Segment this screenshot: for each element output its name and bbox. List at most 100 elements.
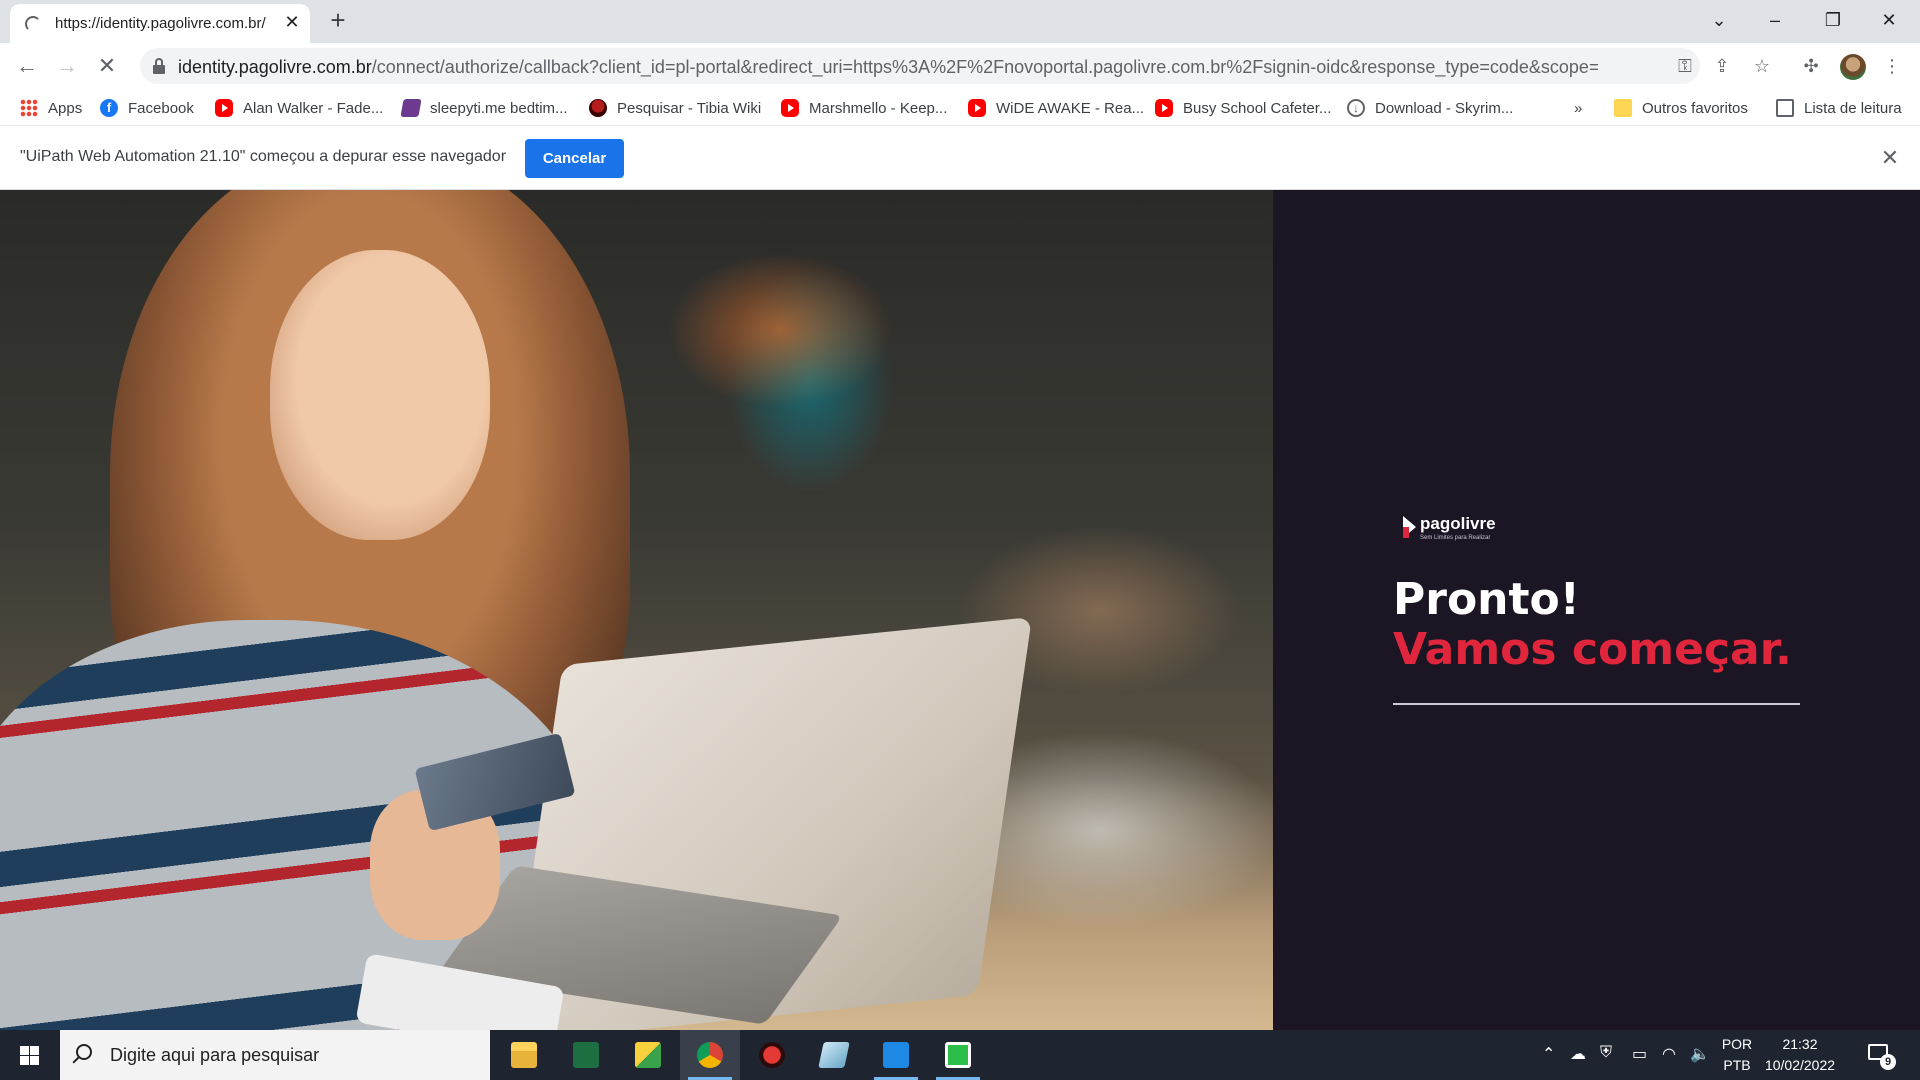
lock-icon[interactable]: [152, 58, 166, 74]
reading-list-button[interactable]: Lista de leitura: [1776, 97, 1902, 119]
red-app-icon: [759, 1042, 785, 1068]
tab-close-icon[interactable]: ✕: [282, 12, 302, 32]
bookmark-facebook[interactable]: f Facebook: [100, 97, 194, 119]
welcome-panel: pagolivre Sem Limites para Realizar Pron…: [1273, 190, 1920, 1030]
url-path: /connect/authorize/callback?client_id=pl…: [371, 57, 1598, 77]
url-text[interactable]: identity.pagolivre.com.br/connect/author…: [178, 57, 1598, 78]
youtube-icon: [215, 99, 233, 117]
menu-kebab-icon[interactable]: ⋮: [1880, 54, 1904, 78]
close-window-button[interactable]: ✕: [1866, 5, 1912, 35]
red-app[interactable]: [742, 1030, 802, 1080]
sleepytime-icon: [400, 99, 422, 117]
facebook-icon: f: [100, 99, 118, 117]
brand-name: pagolivre: [1420, 514, 1496, 533]
notification-center-button[interactable]: 9: [1866, 1040, 1896, 1070]
notification-count-badge: 9: [1880, 1054, 1896, 1070]
bookmark-apps[interactable]: Apps: [20, 97, 82, 119]
notepad-icon: [818, 1042, 850, 1068]
welcome-headline: Pronto! Vamos começar.: [1393, 575, 1792, 675]
bookmark-star-icon[interactable]: ☆: [1750, 54, 1774, 78]
bookmark-label: Outros favoritos: [1642, 99, 1748, 117]
youtube-icon: [1155, 99, 1173, 117]
battery-icon[interactable]: ▭: [1632, 1044, 1647, 1064]
page-content: pagolivre Sem Limites para Realizar Pron…: [0, 190, 1920, 1030]
extensions-puzzle-icon[interactable]: ✣: [1799, 54, 1823, 78]
address-bar[interactable]: identity.pagolivre.com.br/connect/author…: [140, 48, 1700, 84]
key-icon[interactable]: ⚿: [1674, 55, 1696, 77]
bookmark-alan-walker[interactable]: Alan Walker - Fade...: [215, 97, 383, 119]
file-explorer-icon: [511, 1042, 537, 1068]
excel-icon: [573, 1042, 599, 1068]
search-icon: [76, 1044, 92, 1060]
excel-app[interactable]: [556, 1030, 616, 1080]
hero-photo: [0, 190, 1273, 1030]
sticky-app[interactable]: [618, 1030, 678, 1080]
forward-button[interactable]: →: [52, 51, 82, 81]
apps-grid-icon: [20, 99, 38, 117]
infobar-close-icon[interactable]: ✕: [1878, 146, 1902, 170]
language-code: POR: [1721, 1036, 1753, 1052]
active-tab[interactable]: https://identity.pagolivre.com.br/ ✕: [10, 4, 310, 43]
other-favorites-folder[interactable]: Outros favoritos: [1614, 97, 1748, 119]
profile-avatar[interactable]: [1840, 54, 1866, 80]
bookmark-skyrim-download[interactable]: ↓ Download - Skyrim...: [1347, 97, 1513, 119]
headline-line-1: Pronto!: [1393, 574, 1580, 625]
browser-toolbar: ← → ✕ identity.pagolivre.com.br/connect/…: [0, 43, 1920, 90]
volume-icon[interactable]: 🔈: [1690, 1044, 1710, 1064]
bookmarks-overflow-button[interactable]: »: [1574, 97, 1582, 119]
bookmark-label: Download - Skyrim...: [1375, 99, 1514, 117]
notepad-app[interactable]: [804, 1030, 864, 1080]
input-language[interactable]: POR PTB: [1714, 1034, 1760, 1076]
bookmark-label: WiDE AWAKE - Rea...: [996, 99, 1145, 117]
tab-search-chevron-icon[interactable]: ⌄: [1696, 5, 1742, 35]
back-button[interactable]: ←: [12, 51, 42, 81]
youtube-icon: [781, 99, 799, 117]
bookmark-tibia-wiki[interactable]: Pesquisar - Tibia Wiki: [589, 97, 761, 119]
file-explorer-app[interactable]: [494, 1030, 554, 1080]
bookmark-label: Busy School Cafeter...: [1183, 99, 1332, 117]
security-icon[interactable]: ⛨: [1600, 1044, 1612, 1062]
stop-loading-button[interactable]: ✕: [92, 51, 122, 81]
onedrive-icon[interactable]: ☁: [1570, 1044, 1586, 1064]
blue-s-app[interactable]: [866, 1030, 926, 1080]
wifi-icon[interactable]: ◠: [1662, 1044, 1676, 1064]
clock-time: 21:32: [1782, 1036, 1818, 1052]
keyboard-layout: PTB: [1723, 1057, 1751, 1073]
bookmark-label: Lista de leitura: [1804, 99, 1902, 117]
debugging-infobar: "UiPath Web Automation 21.10" começou a …: [0, 126, 1920, 190]
bookmark-wide-awake[interactable]: WiDE AWAKE - Rea...: [968, 97, 1144, 119]
green-play-app-icon: [945, 1042, 971, 1068]
play-arrow-icon: [1403, 516, 1416, 538]
share-icon[interactable]: ⇪: [1710, 54, 1734, 78]
bookmark-label: Apps: [48, 99, 83, 117]
tab-title: https://identity.pagolivre.com.br/: [55, 15, 266, 32]
bookmark-sleepytime[interactable]: sleepyti.me bedtim...: [400, 97, 568, 119]
loading-spinner-icon: [25, 16, 41, 32]
minimize-button[interactable]: –: [1752, 5, 1798, 35]
system-clock[interactable]: 21:32 10/02/2022: [1755, 1034, 1845, 1076]
bookmark-label: Marshmello - Keep...: [809, 99, 948, 117]
taskbar-search-box[interactable]: Digite aqui para pesquisar: [60, 1030, 490, 1080]
restore-button[interactable]: ❐: [1810, 5, 1856, 35]
bookmark-label: Alan Walker - Fade...: [243, 99, 384, 117]
folder-icon: [1614, 99, 1632, 117]
bookmark-label: Facebook: [128, 99, 194, 117]
headline-line-2: Vamos começar.: [1393, 624, 1792, 675]
reading-list-icon: [1776, 99, 1794, 117]
chrome-app[interactable]: [680, 1030, 740, 1080]
bookmark-label: Pesquisar - Tibia Wiki: [617, 99, 762, 117]
youtube-icon: [968, 99, 986, 117]
tibia-icon: [589, 99, 607, 117]
tab-strip: https://identity.pagolivre.com.br/ ✕ + ⌄…: [0, 0, 1920, 43]
sticky-app-icon: [635, 1042, 661, 1068]
show-hidden-icons-chevron-icon[interactable]: ⌃: [1542, 1044, 1555, 1064]
bookmark-busy-school[interactable]: Busy School Cafeter...: [1155, 97, 1331, 119]
blue-s-app-icon: [883, 1042, 909, 1068]
start-button[interactable]: [0, 1030, 60, 1080]
overflow-chevron-icon: »: [1574, 99, 1583, 117]
bookmark-marshmello[interactable]: Marshmello - Keep...: [781, 97, 947, 119]
url-host: identity.pagolivre.com.br: [178, 57, 372, 77]
green-play-app[interactable]: [928, 1030, 988, 1080]
new-tab-button[interactable]: +: [326, 7, 350, 33]
cancel-debugging-button[interactable]: Cancelar: [525, 139, 624, 178]
